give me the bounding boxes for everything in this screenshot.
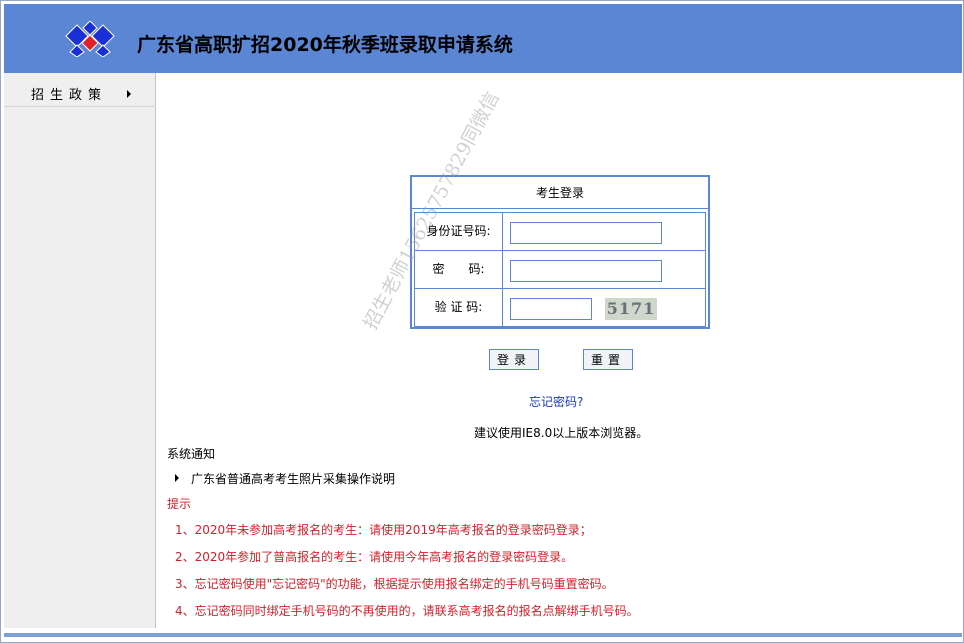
tip-item: 4、忘记密码同时绑定手机号码的不再使用的，请联系高考报名的报名点解绑手机号码。 <box>175 604 639 618</box>
forgot-password-link[interactable]: 忘记密码? <box>529 393 583 410</box>
sidebar: 招生政策 <box>4 73 156 628</box>
id-row: 身份证号码: <box>415 213 705 251</box>
notice-item-text: 广东省普通高考考生照片采集操作说明 <box>191 472 396 486</box>
captcha-row: 验 证 码: 5171 <box>415 289 705 327</box>
captcha-input[interactable] <box>510 298 592 320</box>
tip-item: 1、2020年未参加高考报名的考生：请使用2019年高考报名的登录密码登录； <box>175 523 592 537</box>
tips-title: 提示 <box>167 497 192 511</box>
main-content: 考生登录 身份证号码: 密 码: 验 证 码: 5171 登录 重置 忘记密码?… <box>157 73 962 628</box>
password-input[interactable] <box>510 260 662 282</box>
login-button[interactable]: 登录 <box>489 349 539 370</box>
password-row: 密 码: <box>415 251 705 289</box>
login-panel: 考生登录 身份证号码: 密 码: 验 证 码: 5171 <box>410 175 710 329</box>
caret-right-icon <box>175 474 179 482</box>
id-label: 身份证号码: <box>415 213 503 250</box>
caret-right-icon <box>127 90 131 98</box>
captcha-label: 验 证 码: <box>415 289 503 326</box>
notice-title: 系统通知 <box>167 447 216 461</box>
captcha-image[interactable]: 5171 <box>605 298 657 320</box>
page-title: 广东省高职扩招2020年秋季班录取申请系统 <box>137 34 513 56</box>
footer-bar <box>4 633 962 637</box>
login-title: 考生登录 <box>412 177 708 209</box>
header-banner: 广东省高职扩招2020年秋季班录取申请系统 <box>4 4 962 73</box>
page: 广东省高职扩招2020年秋季班录取申请系统 招生政策 考生登录 身份证号码: 密… <box>0 0 964 643</box>
tip-item: 3、忘记密码使用"忘记密码"的功能，根据提示使用报名绑定的手机号码重置密码。 <box>175 577 614 591</box>
sidebar-item-label: 招生政策 <box>31 88 108 103</box>
browser-tip: 建议使用IE8.0以上版本浏览器。 <box>474 426 649 440</box>
password-label: 密 码: <box>415 251 503 288</box>
login-form: 身份证号码: 密 码: 验 证 码: 5171 <box>414 212 706 327</box>
tip-item: 2、2020年参加了普高报名的考生：请使用今年高考报名的登录密码登录。 <box>175 550 574 564</box>
id-number-input[interactable] <box>510 222 662 244</box>
reset-button[interactable]: 重置 <box>583 349 633 370</box>
blue-diamond-logo-icon <box>65 21 115 57</box>
sidebar-item-admission-policy[interactable]: 招生政策 <box>4 79 156 107</box>
